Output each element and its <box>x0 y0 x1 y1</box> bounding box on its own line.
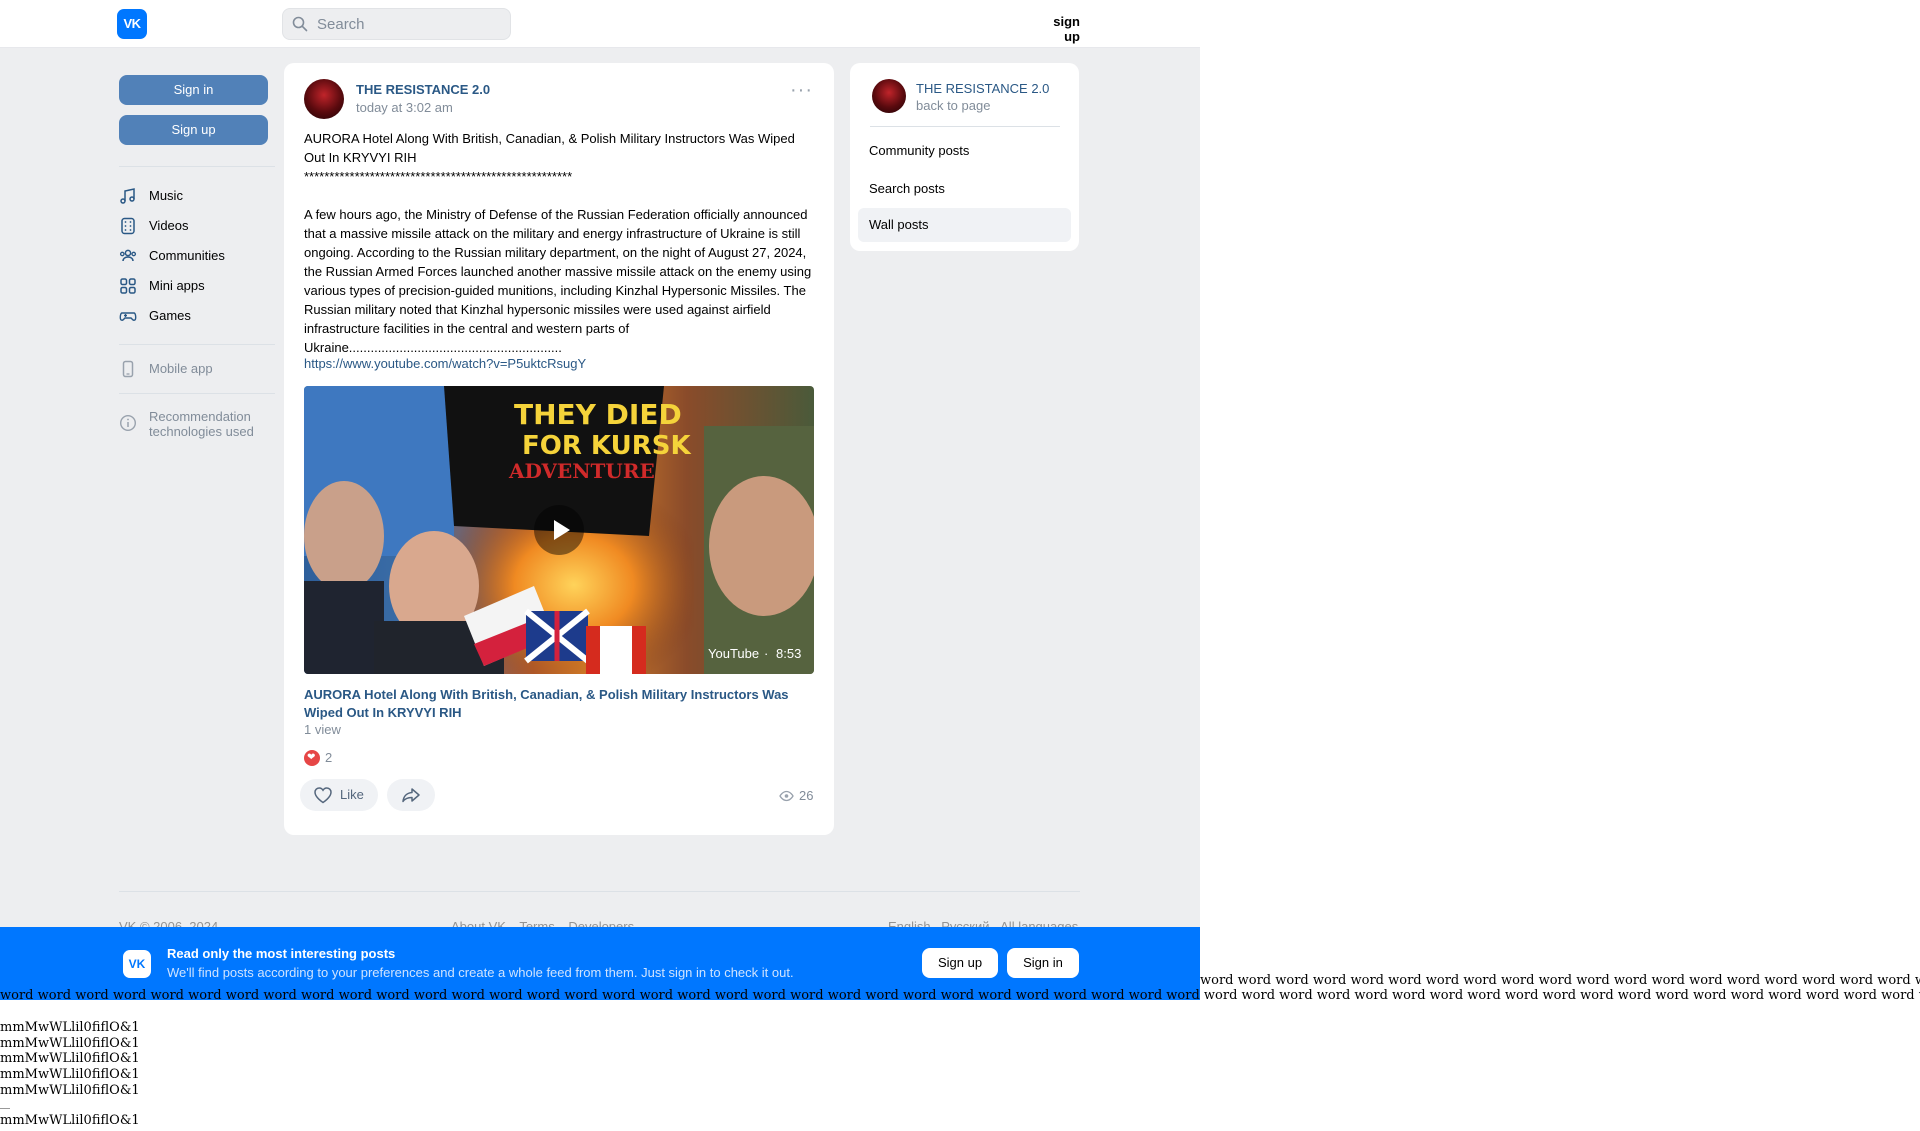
footer-divider <box>119 891 1080 892</box>
sidebar-item-label: Mini apps <box>149 278 205 293</box>
reactions-summary[interactable]: ❤ 2 <box>304 749 364 767</box>
share-arrow-icon <box>402 788 420 803</box>
communities-icon <box>119 249 137 262</box>
font-test-line: mmMwWLlil0fiflO&1 <box>0 1035 140 1051</box>
card-divider <box>870 126 1060 127</box>
font-test-line: mmMwWLlil0fiflO&1 <box>0 1020 140 1035</box>
font-test-lines: mmMwWLlil0fiflO&1 mmMwWLlil0fiflO&1 mmMw… <box>0 1020 140 1099</box>
mobile-phone-icon <box>122 360 134 378</box>
video-duration: 8:53 <box>776 646 802 661</box>
sidebar-divider <box>119 344 275 345</box>
search-input[interactable] <box>317 9 497 39</box>
vk-logo[interactable]: VK <box>117 9 147 39</box>
banner-title: Read only the most interesting posts <box>167 946 396 961</box>
font-test-line: mmMwWLlil0fiflO&1 <box>0 1113 140 1128</box>
recommendation-technologies-link[interactable]: Recommendation technologies used <box>149 409 279 439</box>
tab-label: Community posts <box>869 143 970 158</box>
eye-icon <box>779 790 794 802</box>
sidebar-divider <box>119 166 275 167</box>
sidebar-item-mobile-app[interactable]: Mobile app <box>119 356 279 384</box>
reaction-count: 2 <box>325 750 333 765</box>
mini-apps-icon <box>120 278 136 294</box>
like-button[interactable]: Like <box>300 779 378 811</box>
sidebar-item-label: Communities <box>149 248 225 263</box>
video-view-count: 1 view <box>304 722 341 737</box>
games-icon <box>119 312 137 321</box>
sidebar-item-label: Mobile app <box>149 361 213 376</box>
post-views: 26 <box>779 788 819 804</box>
tab-label: Search posts <box>869 181 945 196</box>
sidebar-item-mini-apps[interactable]: Mini apps <box>119 273 279 301</box>
vk-logo: VK <box>123 950 151 978</box>
tab-label: Wall posts <box>869 217 929 232</box>
community-title-link[interactable]: THE RESISTANCE 2.0 <box>916 81 1049 96</box>
font-test-rule <box>0 1108 10 1109</box>
wall-post: THE RESISTANCE 2.0 today at 3:02 am ··· … <box>284 63 834 835</box>
search-box[interactable] <box>282 8 511 40</box>
font-test-line: mmMwWLlil0fiflO&1 <box>0 1051 140 1067</box>
separator-dot: · <box>764 646 769 661</box>
play-button[interactable] <box>534 505 584 555</box>
sidebar-item-communities[interactable]: Communities <box>119 243 279 271</box>
top-header: VK sign up <box>0 0 1200 48</box>
share-button[interactable] <box>387 779 435 811</box>
sidebar-item-label: Videos <box>149 218 189 233</box>
video-title-link[interactable]: AURORA Hotel Along With British, Canadia… <box>304 686 814 722</box>
banner-description: We'll find posts according to your prefe… <box>167 965 794 980</box>
back-to-page-link[interactable]: back to page <box>916 98 990 113</box>
video-source-label: YouTube <box>708 646 760 661</box>
like-label: Like <box>340 787 364 802</box>
post-timestamp[interactable]: today at 3:02 am <box>356 100 453 115</box>
sidebar-item-label: Music <box>149 188 183 203</box>
heart-outline-icon <box>314 787 332 804</box>
more-options-icon[interactable]: ··· <box>790 80 812 100</box>
avatar[interactable] <box>872 79 906 113</box>
page-background: VK sign up Sign in Sign up Music Videos <box>0 0 1200 1000</box>
header-signup-link[interactable]: sign up <box>1034 14 1080 44</box>
sidebar-item-music[interactable]: Music <box>119 183 279 211</box>
thumbnail-headline-3: ADVENTURE <box>508 459 655 483</box>
video-thumbnail[interactable]: THEY DIED FOR KURSK ADVENTURE YouTube · … <box>304 386 814 674</box>
post-author-link[interactable]: THE RESISTANCE 2.0 <box>356 82 490 97</box>
thumbnail-headline-2: FOR KURSK <box>522 431 691 461</box>
sidebar-signup-button[interactable]: Sign up <box>119 115 268 145</box>
banner-signin-button[interactable]: Sign in <box>1007 948 1079 978</box>
sidebar-signin-button[interactable]: Sign in <box>119 75 268 105</box>
post-text: AURORA Hotel Along With British, Canadia… <box>304 131 812 355</box>
tab-wall-posts[interactable]: Wall posts <box>858 208 1071 242</box>
filler-text-row: word word word word word word word word … <box>0 988 1920 1003</box>
videos-icon <box>121 217 135 235</box>
thumbnail-headline-1: THEY DIED <box>514 398 682 431</box>
tab-search-posts[interactable]: Search posts <box>858 172 1071 206</box>
font-test-line: mmMwWLlil0fiflO&1 <box>0 1067 140 1083</box>
font-test-line: mmMwWLlil0fiflO&1 <box>0 1082 140 1098</box>
banner-signup-button[interactable]: Sign up <box>922 948 998 978</box>
sidebar-item-games[interactable]: Games <box>119 303 279 331</box>
search-icon <box>292 16 308 32</box>
sidebar-item-label: Games <box>149 308 191 323</box>
sidebar-divider <box>119 393 275 394</box>
sidebar-item-videos[interactable]: Videos <box>119 213 279 241</box>
community-nav-card: THE RESISTANCE 2.0 back to page Communit… <box>850 63 1079 251</box>
avatar[interactable] <box>304 79 344 119</box>
info-icon <box>119 414 137 432</box>
tab-community-posts[interactable]: Community posts <box>858 134 1071 168</box>
heart-reaction-icon: ❤ <box>304 750 320 766</box>
view-count: 26 <box>799 788 814 803</box>
post-external-link[interactable]: https://www.youtube.com/watch?v=P5uktcRs… <box>304 356 586 371</box>
music-icon <box>120 188 135 204</box>
